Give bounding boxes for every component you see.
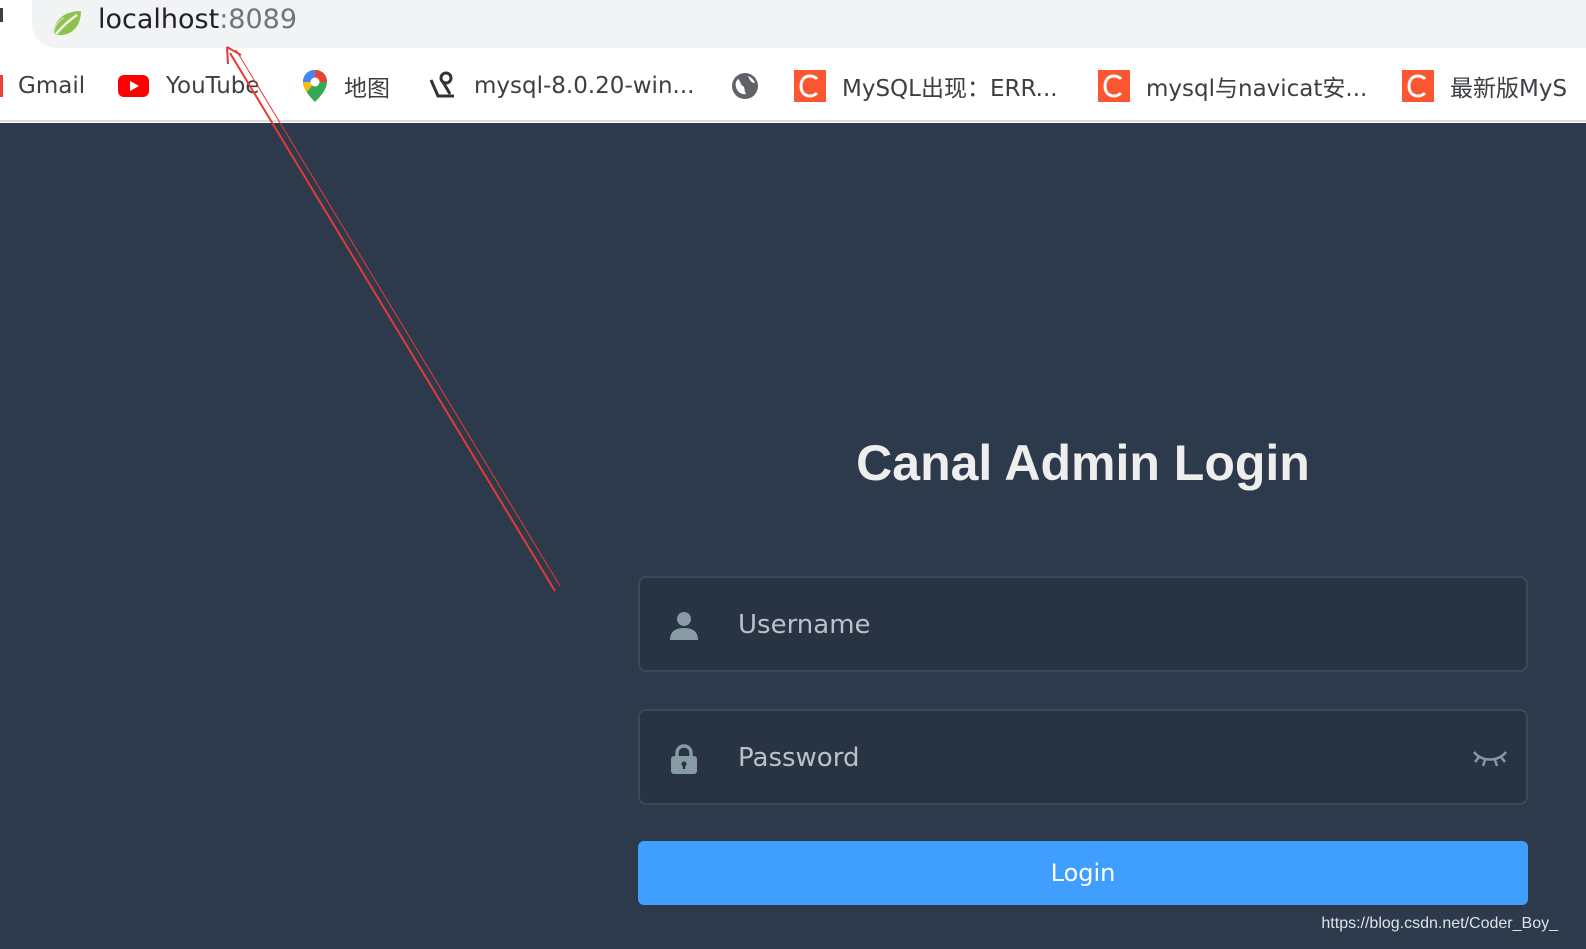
password-field[interactable] [638, 709, 1528, 805]
youtube-icon [118, 75, 149, 97]
csdn-c-icon [1098, 70, 1130, 102]
bookmark-label: YouTube [166, 73, 260, 99]
bookmark-globe[interactable] [730, 62, 760, 110]
bookmark-label: mysql与navicat安... [1146, 76, 1368, 102]
bookmark-site-icon [429, 71, 454, 98]
username-field[interactable] [638, 576, 1528, 672]
tab-edge [0, 8, 3, 22]
bookmark-label: Gmail [18, 73, 86, 99]
maps-pin-icon [303, 70, 327, 102]
csdn-c-icon [1402, 70, 1434, 102]
bookmark-csdn-mysql-error[interactable]: MySQL出现：ERR... [794, 62, 1058, 110]
browser-chrome: localhost:8089 Gmail YouTube 地图 mysql-8.… [0, 0, 1586, 122]
bookmark-csdn-latest-mysql[interactable]: 最新版MyS [1402, 62, 1567, 110]
watermark: https://blog.csdn.net/Coder_Boy_ [1321, 915, 1558, 932]
url-port: :8089 [219, 4, 298, 35]
username-input[interactable] [738, 602, 1438, 648]
url-text[interactable]: localhost:8089 [98, 4, 297, 35]
address-bar[interactable]: localhost:8089 [32, 0, 1586, 48]
eye-closed-icon[interactable] [1472, 744, 1508, 770]
bookmark-youtube[interactable]: YouTube [118, 62, 260, 110]
bookmark-label: 地图 [344, 76, 390, 102]
bookmark-gmail[interactable]: Gmail [0, 62, 85, 110]
spring-leaf-icon [53, 11, 81, 36]
login-page: Canal Admin Login Login [0, 123, 1586, 949]
csdn-c-icon [794, 70, 826, 102]
globe-icon [732, 73, 758, 99]
bookmark-label: mysql-8.0.20-win... [474, 73, 695, 99]
bookmarks-bar: Gmail YouTube 地图 mysql-8.0.20-win... MyS… [0, 62, 1586, 110]
login-button[interactable]: Login [638, 841, 1528, 905]
user-icon [670, 612, 698, 640]
bookmark-csdn-mysql-navicat[interactable]: mysql与navicat安... [1098, 62, 1367, 110]
bookmark-maps[interactable]: 地图 [302, 62, 390, 110]
page-title: Canal Admin Login [856, 435, 1310, 491]
bookmark-mysql-download[interactable]: mysql-8.0.20-win... [428, 62, 694, 110]
lock-icon [671, 744, 697, 774]
url-host: localhost [98, 4, 220, 35]
gmail-icon [0, 75, 3, 97]
bookmark-label: 最新版MyS [1450, 76, 1568, 102]
bookmark-label: MySQL出现：ERR... [842, 76, 1058, 102]
password-input[interactable] [738, 735, 1438, 781]
